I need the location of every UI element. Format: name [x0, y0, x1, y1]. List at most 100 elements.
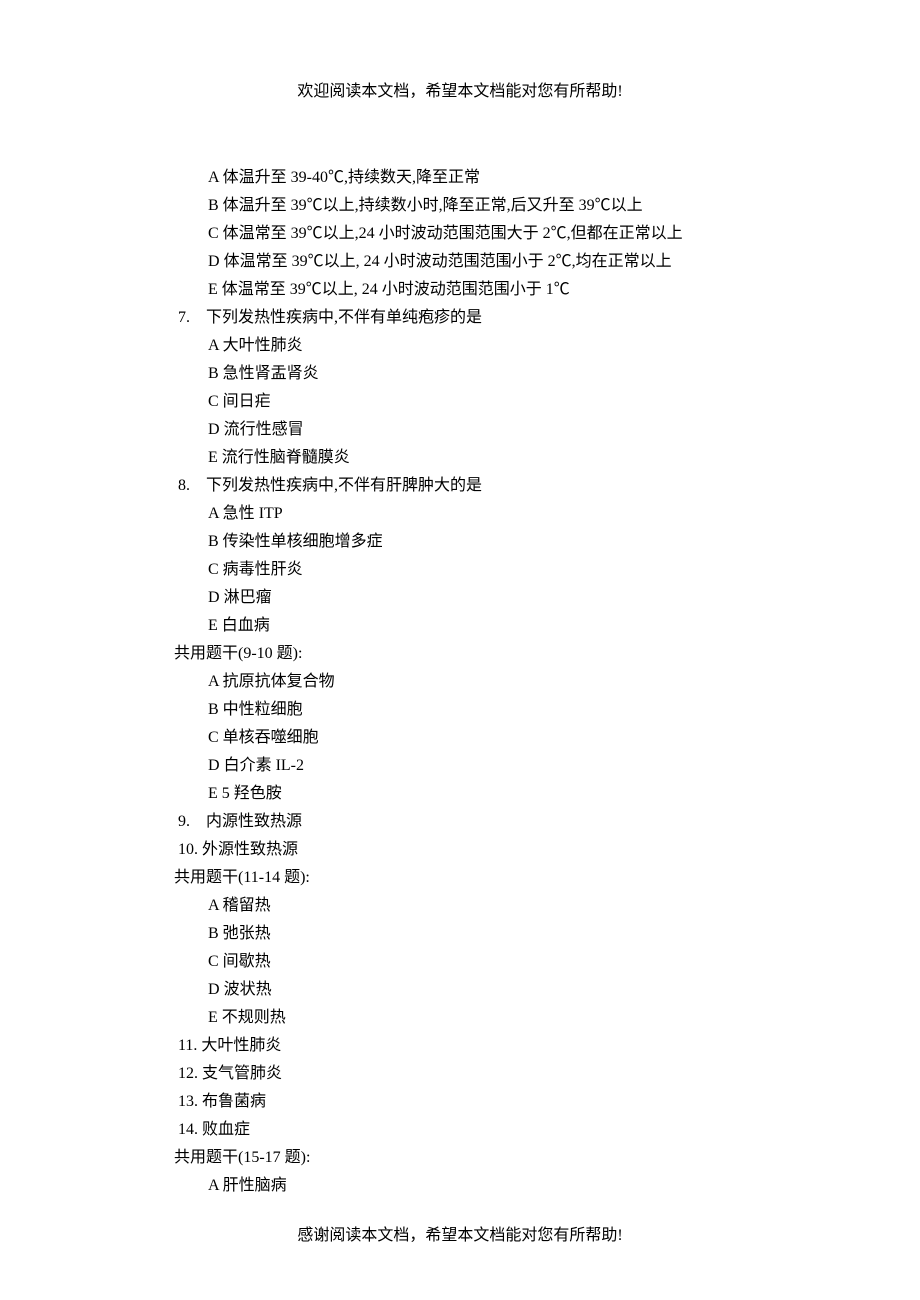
- option-letter: C: [208, 561, 223, 578]
- q6-option-d: D 体温常至 39℃以上, 24 小时波动范围范围小于 2℃,均在正常以上: [174, 248, 820, 276]
- option-text-latin: IL-2: [276, 757, 304, 774]
- question-text: 下列发热性疾病中,不伴有单纯疱疹的是: [206, 309, 482, 326]
- option-letter: A: [208, 673, 223, 690]
- shared-9-10-option-b: B 中性粒细胞: [174, 696, 820, 724]
- question-number: 10.: [178, 841, 202, 858]
- option-text: 急性: [223, 505, 259, 522]
- q7-option-b: B 急性肾盂肾炎: [174, 360, 820, 388]
- option-text: 羟色胺: [234, 785, 282, 802]
- question-number: 13.: [178, 1093, 202, 1110]
- q6-option-a: A 体温升至 39-40℃,持续数天,降至正常: [174, 164, 820, 192]
- option-text: 体温常至 39℃以上, 24 小时波动范围范围小于 2℃,均在正常以上: [224, 253, 672, 270]
- q12-stem: 12. 支气管肺炎: [174, 1060, 820, 1088]
- option-text: 间日疟: [223, 393, 271, 410]
- shared-9-10-option-e: E 5 羟色胺: [174, 780, 820, 808]
- option-text: 体温常至 39℃以上,24 小时波动范围范围大于 2℃,但都在正常以上: [223, 225, 683, 242]
- shared-9-10-option-d: D 白介素 IL-2: [174, 752, 820, 780]
- option-text: 中性粒细胞: [223, 701, 303, 718]
- option-letter: E: [208, 449, 222, 466]
- question-text: 下列发热性疾病中,不伴有肝脾肿大的是: [206, 477, 482, 494]
- question-number: 8.: [178, 472, 206, 500]
- shared-9-10-option-a: A 抗原抗体复合物: [174, 668, 820, 696]
- shared-11-14-option-e: E 不规则热: [174, 1004, 820, 1032]
- option-text: 波状热: [224, 981, 272, 998]
- shared-15-17-option-a: A 肝性脑病: [174, 1172, 820, 1200]
- question-text: 大叶性肺炎: [201, 1037, 281, 1054]
- option-letter: B: [208, 197, 223, 214]
- q7-option-a: A 大叶性肺炎: [174, 332, 820, 360]
- option-letter: C: [208, 729, 223, 746]
- q8-option-c: C 病毒性肝炎: [174, 556, 820, 584]
- option-text-latin: 5: [222, 785, 234, 802]
- option-text: 传染性单核细胞增多症: [223, 533, 383, 550]
- shared-stem-9-10: 共用题干(9-10 题):: [174, 640, 820, 668]
- option-letter: A: [208, 1177, 223, 1194]
- option-letter: A: [208, 169, 223, 186]
- question-number: 11.: [178, 1037, 201, 1054]
- option-letter: B: [208, 533, 223, 550]
- option-letter: C: [208, 225, 223, 242]
- q8-option-e: E 白血病: [174, 612, 820, 640]
- option-text-latin: ITP: [259, 505, 283, 522]
- shared-9-10-option-c: C 单核吞噬细胞: [174, 724, 820, 752]
- shared-11-14-option-c: C 间歇热: [174, 948, 820, 976]
- question-number: 12.: [178, 1065, 202, 1082]
- option-text: 间歇热: [223, 953, 271, 970]
- option-text: 不规则热: [222, 1009, 286, 1026]
- option-letter: B: [208, 925, 223, 942]
- option-text: 体温常至 39℃以上, 24 小时波动范围范围小于 1℃: [222, 281, 570, 298]
- question-number: 7.: [178, 304, 206, 332]
- option-letter: E: [208, 617, 222, 634]
- option-text: 淋巴瘤: [224, 589, 272, 606]
- question-text: 外源性致热源: [202, 841, 298, 858]
- q7-option-d: D 流行性感冒: [174, 416, 820, 444]
- footer-note: 感谢阅读本文档，希望本文档能对您有所帮助!: [0, 1222, 920, 1250]
- q10-stem: 10. 外源性致热源: [174, 836, 820, 864]
- option-letter: C: [208, 393, 223, 410]
- option-text: 体温升至 39℃以上,持续数小时,降至正常,后又升至 39℃以上: [223, 197, 643, 214]
- shared-11-14-option-b: B 弛张热: [174, 920, 820, 948]
- option-text: 弛张热: [223, 925, 271, 942]
- option-letter: E: [208, 281, 222, 298]
- option-letter: A: [208, 505, 223, 522]
- q14-stem: 14. 败血症: [174, 1116, 820, 1144]
- document-content: A 体温升至 39-40℃,持续数天,降至正常 B 体温升至 39℃以上,持续数…: [100, 164, 820, 1200]
- option-text: 肝性脑病: [223, 1177, 287, 1194]
- option-text: 大叶性肺炎: [223, 337, 303, 354]
- q8-stem: 8.下列发热性疾病中,不伴有肝脾肿大的是: [174, 472, 820, 500]
- option-letter: B: [208, 365, 223, 382]
- q6-option-c: C 体温常至 39℃以上,24 小时波动范围范围大于 2℃,但都在正常以上: [174, 220, 820, 248]
- option-text: 稽留热: [223, 897, 271, 914]
- option-text: 单核吞噬细胞: [223, 729, 319, 746]
- shared-stem-15-17: 共用题干(15-17 题):: [174, 1144, 820, 1172]
- q9-stem: 9.内源性致热源: [174, 808, 820, 836]
- option-text: 体温升至 39-40℃,持续数天,降至正常: [223, 169, 480, 186]
- option-text: 白介素: [224, 757, 276, 774]
- option-letter: B: [208, 701, 223, 718]
- option-letter: E: [208, 1009, 222, 1026]
- q7-stem: 7.下列发热性疾病中,不伴有单纯疱疹的是: [174, 304, 820, 332]
- option-letter: D: [208, 981, 224, 998]
- q8-option-d: D 淋巴瘤: [174, 584, 820, 612]
- question-text: 支气管肺炎: [202, 1065, 282, 1082]
- question-number: 14.: [178, 1121, 202, 1138]
- q13-stem: 13. 布鲁菌病: [174, 1088, 820, 1116]
- question-text: 内源性致热源: [206, 813, 302, 830]
- q6-option-b: B 体温升至 39℃以上,持续数小时,降至正常,后又升至 39℃以上: [174, 192, 820, 220]
- q7-option-e: E 流行性脑脊髓膜炎: [174, 444, 820, 472]
- option-text: 病毒性肝炎: [223, 561, 303, 578]
- option-letter: D: [208, 589, 224, 606]
- option-text: 流行性感冒: [224, 421, 304, 438]
- q11-stem: 11. 大叶性肺炎: [174, 1032, 820, 1060]
- shared-11-14-option-d: D 波状热: [174, 976, 820, 1004]
- question-number: 9.: [178, 808, 206, 836]
- q7-option-c: C 间日疟: [174, 388, 820, 416]
- option-letter: A: [208, 337, 223, 354]
- header-note: 欢迎阅读本文档，希望本文档能对您有所帮助!: [100, 78, 820, 106]
- option-letter: D: [208, 757, 224, 774]
- option-letter: D: [208, 253, 224, 270]
- question-text: 败血症: [202, 1121, 250, 1138]
- option-text: 抗原抗体复合物: [223, 673, 335, 690]
- option-text: 流行性脑脊髓膜炎: [222, 449, 350, 466]
- option-text: 急性肾盂肾炎: [223, 365, 319, 382]
